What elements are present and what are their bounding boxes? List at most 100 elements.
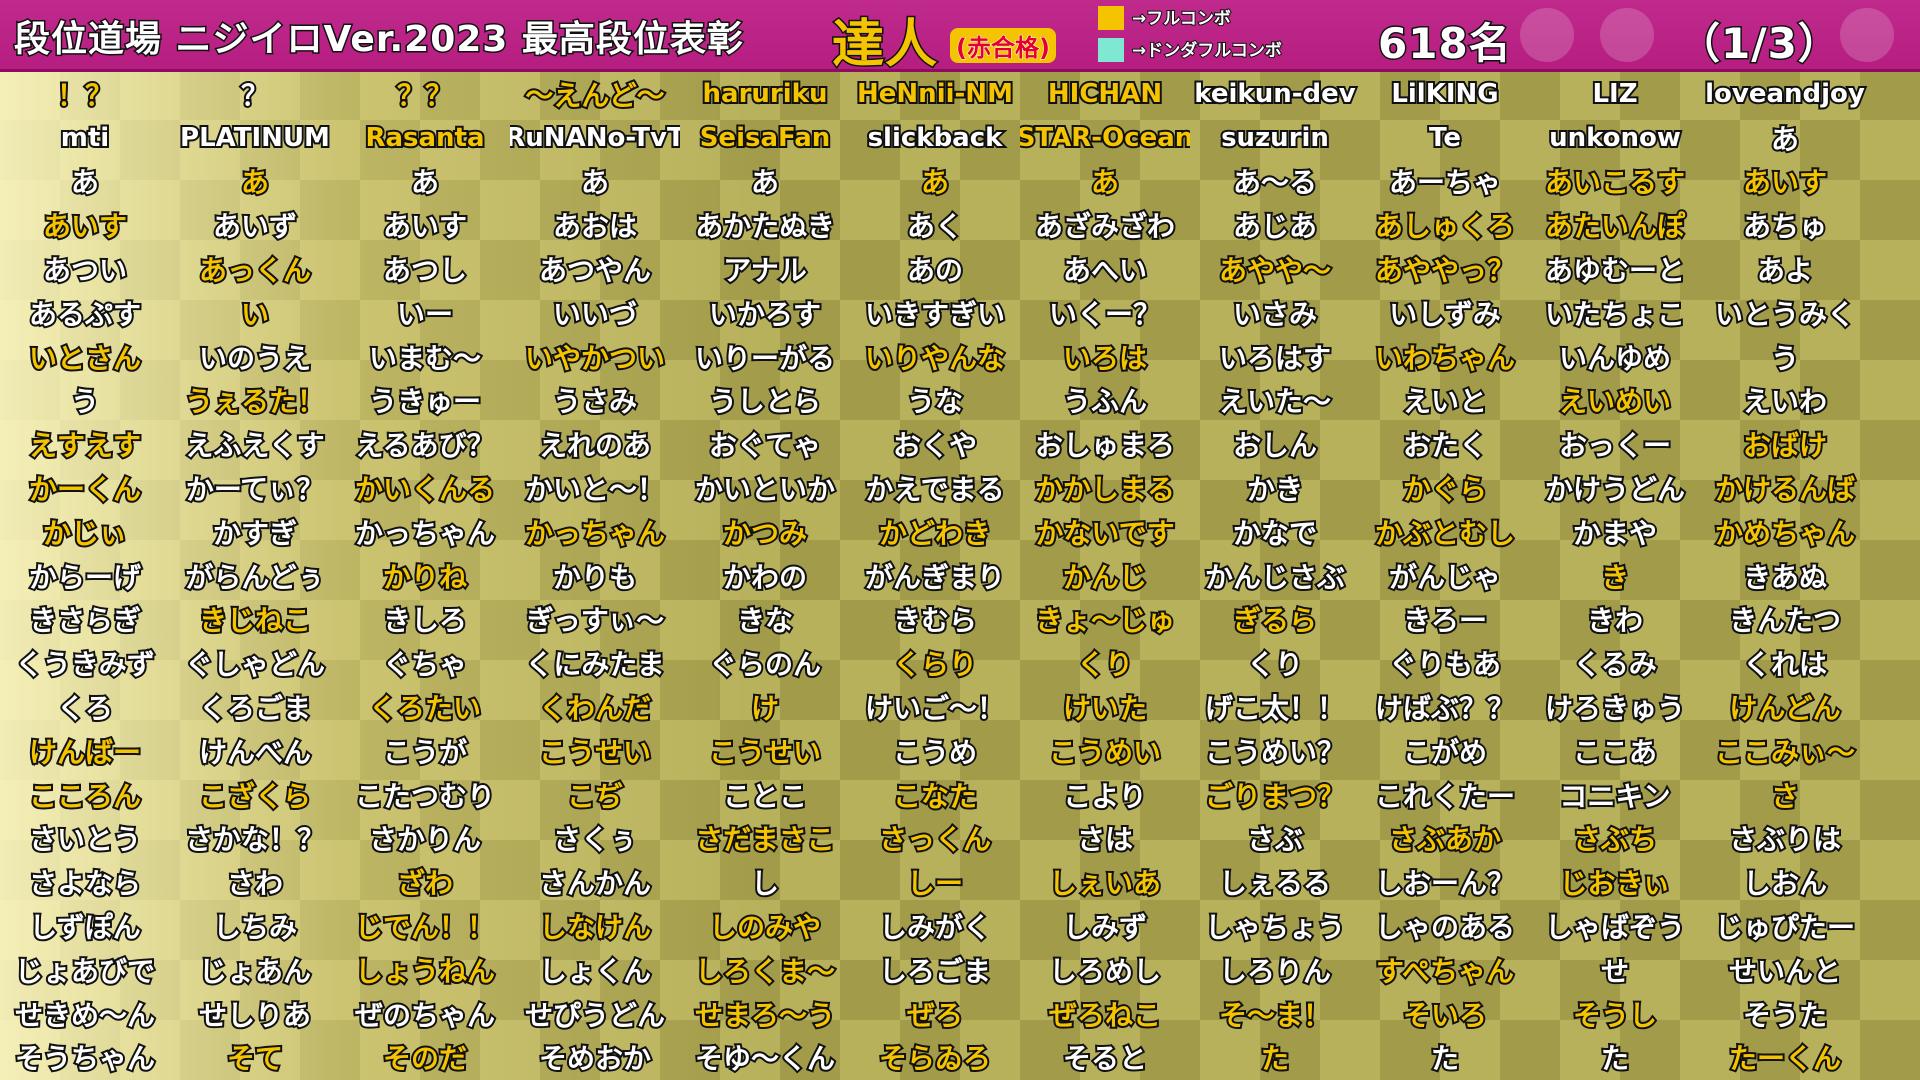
player-name: こなた — [891, 778, 979, 815]
player-name: くわんだ — [537, 690, 653, 727]
player-name: あへい — [1061, 252, 1149, 289]
player-name: かけるんば — [1713, 471, 1857, 508]
player-name: ざわ — [395, 865, 455, 902]
player-name: あいず — [211, 208, 299, 245]
player-name: あたいんぽ — [1543, 208, 1687, 245]
player-name: あいこるす — [1543, 164, 1687, 201]
player-name: がんぎまり — [863, 559, 1007, 596]
player-name: しろりん — [1217, 953, 1333, 990]
player-name: Te — [1427, 121, 1463, 155]
name-row: う うぇるた！ うきゅー うさみ うしとら うな うふん えいた～ えいと えいめい えいわ — [0, 379, 1920, 423]
player-name: あいす — [41, 208, 129, 245]
player-name: あいす — [381, 208, 469, 245]
player-name: あやや～ — [1217, 252, 1333, 289]
player-name: いわちゃん — [1373, 340, 1517, 377]
player-name: いりやんな — [863, 340, 1007, 377]
name-row: さいとう さかな！？ さかりん さくぅ さだまさこ さっくん さは さぶ さぶあか さぶち さぶりは — [0, 817, 1920, 861]
player-name: じょあびで — [13, 953, 157, 990]
player-name: くにみたま — [523, 646, 666, 683]
player-name: かどわき — [877, 515, 993, 552]
player-name: たーくん — [1727, 1040, 1843, 1077]
player-name: あーちゃ — [1387, 164, 1503, 201]
player-name: かわの — [721, 559, 809, 596]
player-name: ことこ — [721, 778, 809, 815]
player-name: あややっ？ — [1373, 252, 1517, 289]
decoration-icon — [1600, 8, 1654, 62]
player-name: あ～る — [1231, 164, 1319, 201]
player-name: しぇいあ — [1047, 865, 1163, 902]
player-name: かいといか — [693, 471, 837, 508]
player-name: Rasanta — [363, 121, 486, 155]
player-name: さっくん — [877, 821, 993, 858]
player-name: そらゐろ — [877, 1040, 993, 1077]
player-name: かすぎ — [211, 515, 299, 552]
decoration-icon — [1520, 8, 1574, 62]
player-name: えるあび？ — [353, 427, 496, 464]
player-name: しずぽん — [27, 909, 142, 946]
player-name: ～えんど～ — [523, 77, 666, 114]
player-name: くろごま — [197, 690, 313, 727]
legend-fullcombo: →フルコンボ — [1098, 4, 1398, 30]
name-row: いとさん いのうえ いまむ～ いやかつい いりーがる いりやんな いろは いろはす いわちゃん い… — [0, 335, 1920, 379]
fullcombo-swatch — [1098, 6, 1124, 30]
player-name: さくぅ — [551, 821, 639, 858]
player-name: うしとら — [707, 383, 823, 420]
player-name: アナル — [721, 252, 808, 289]
player-name: きじねこ — [197, 602, 313, 639]
player-name: かけうどん — [1543, 471, 1687, 508]
player-name: けばぶ？？ — [1373, 690, 1517, 727]
player-name: suzurin — [1219, 121, 1331, 155]
player-name: しちみ — [211, 909, 299, 946]
player-name: えいめい — [1557, 383, 1673, 420]
player-name: いしずみ — [1387, 296, 1502, 333]
player-name: おたく — [1401, 427, 1489, 464]
player-name: いかろす — [707, 296, 823, 333]
player-name: かりも — [551, 559, 639, 596]
player-name: こたつむり — [353, 778, 497, 815]
player-name: げこ太！！ — [1203, 690, 1347, 727]
player-name: きな — [735, 602, 795, 639]
player-name: しみず — [1061, 909, 1149, 946]
player-name: いとさん — [27, 340, 143, 377]
player-name: しおーん？ — [1373, 865, 1517, 902]
player-name: かまや — [1571, 515, 1659, 552]
player-name: さんかん — [537, 865, 653, 902]
name-row: あつい あっくん あつし あつやん アナル あの あへい あやや～ あややっ？ あゆむーと あよ — [0, 247, 1920, 291]
player-name: かき — [1245, 471, 1305, 508]
player-name: そのだ — [381, 1040, 469, 1077]
player-name: かっちゃん — [523, 515, 667, 552]
player-name: きんたつ — [1727, 602, 1843, 639]
player-name: け — [749, 690, 781, 727]
player-name: しぇるる — [1217, 865, 1333, 902]
player-name: うさみ — [551, 383, 639, 420]
player-name: あつやん — [537, 252, 653, 289]
player-name: こぢ — [565, 778, 625, 815]
player-name: あの — [905, 252, 965, 289]
player-name: うふん — [1061, 383, 1149, 420]
name-row: かーくん かーてぃ？ かいくんる かいと～！ かいといか かえでまる かかしまる かき かぐら か… — [0, 466, 1920, 510]
player-name: しろごま — [877, 953, 993, 990]
name-row: けんばー けんべん こうが こうせい こうせい こうめ こうめい こうめい？ こがめ ここあ ここみ… — [0, 729, 1920, 773]
player-name: こころん — [27, 778, 143, 815]
player-name: そると — [1061, 1040, 1149, 1077]
player-name: こうせい — [707, 734, 823, 771]
player-name: けんべん — [197, 734, 313, 771]
player-name: じょあん — [197, 953, 313, 990]
player-name: えいわ — [1741, 383, 1829, 420]
name-row: えすえす えふえくす えるあび？ えれのあ おぐてゃ おくや おしゅまろ おしん おたく おっくー… — [0, 422, 1920, 466]
player-name: た — [1599, 1040, 1631, 1077]
player-name: からーげ — [27, 559, 143, 596]
player-name: きあぬ — [1741, 559, 1829, 596]
player-name: あ — [1769, 121, 1801, 158]
player-name: いきすぎい — [863, 296, 1007, 333]
legend-label: →ドンダフルコンボ — [1131, 40, 1283, 62]
player-name: ぜろ — [905, 997, 965, 1034]
player-name: う — [69, 383, 101, 420]
player-name: くれは — [1741, 646, 1829, 683]
player-name: いたちょこ — [1543, 296, 1687, 333]
player-name: きょ～じゅ — [1033, 602, 1177, 639]
player-name: あゆむーと — [1543, 252, 1687, 289]
player-name: こより — [1061, 778, 1148, 815]
player-name: ぜろねこ — [1047, 997, 1163, 1034]
player-name: きさらぎ — [27, 602, 143, 639]
